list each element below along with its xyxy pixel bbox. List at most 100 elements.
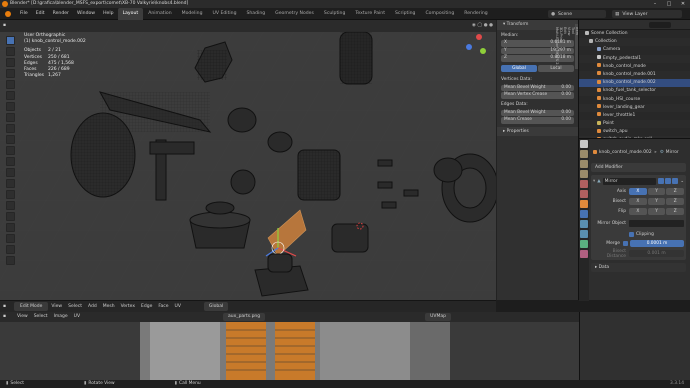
modifier-menu-icon[interactable]: ⌄ [680, 179, 684, 184]
blender-menu-icon[interactable] [5, 10, 11, 17]
physics-tab-icon[interactable] [580, 230, 588, 238]
particles-tab-icon[interactable] [580, 220, 588, 228]
uvmap-selector[interactable]: UVMap [425, 313, 452, 321]
list-item[interactable]: Point [579, 120, 690, 129]
tab-scripting[interactable]: Scripting [390, 8, 420, 20]
move-tool-icon[interactable] [6, 58, 15, 67]
outliner-search-input[interactable] [649, 22, 671, 28]
rotate-tool-icon[interactable] [6, 69, 15, 78]
edge-crease-field[interactable]: Mean Crease 0.00 [501, 117, 574, 124]
poly-build-tool-icon[interactable] [6, 190, 15, 199]
tab-animation[interactable]: Animation [143, 8, 176, 20]
scene-selector[interactable]: ● Scene [548, 10, 606, 18]
list-item[interactable]: lever_landing_gear [579, 103, 690, 112]
list-item[interactable]: knob_control_mode.001 [579, 70, 690, 80]
object-tab-icon[interactable] [580, 200, 588, 208]
uv-menu-uv[interactable]: UV [71, 312, 83, 322]
editmode-toggle-icon[interactable] [658, 178, 665, 184]
list-item[interactable]: knob_HSI_course [579, 96, 690, 104]
menu-mesh[interactable]: Mesh [100, 301, 118, 313]
viewport-toggle-icon[interactable] [665, 178, 672, 184]
scale-tool-icon[interactable] [6, 80, 15, 89]
scene-tab-icon[interactable] [580, 180, 588, 188]
navigation-gizmo[interactable] [462, 32, 490, 60]
gizmo-y-icon[interactable] [480, 48, 486, 54]
viewport-shading-icons[interactable]: ◉ ◯ ● ● [469, 20, 496, 32]
uv-menu-view[interactable]: View [14, 312, 31, 322]
edge-slide-tool-icon[interactable] [6, 223, 15, 232]
tab-tool[interactable]: Tool [571, 24, 575, 69]
tool-tab-icon[interactable] [580, 140, 588, 148]
list-item-selected[interactable]: knob_control_mode.002 [579, 79, 690, 88]
maximize-button[interactable]: □ [662, 0, 676, 8]
bisect-y-toggle[interactable]: Y [647, 198, 666, 205]
bisect-z-toggle[interactable]: Z [666, 198, 685, 205]
shrink-tool-icon[interactable] [6, 234, 15, 243]
modifier-name-field[interactable]: Mirror [602, 177, 657, 185]
menu-face[interactable]: Face [155, 301, 171, 313]
extrude-tool-icon[interactable] [6, 135, 15, 144]
edge-bevel-weight-field[interactable]: Mean Bevel Weight 0.00 [501, 109, 574, 116]
gizmo-z-icon[interactable] [466, 44, 472, 50]
menu-file[interactable]: File [16, 8, 32, 20]
menu-help[interactable]: Help [99, 8, 117, 20]
annotate-tool-icon[interactable] [6, 102, 15, 111]
tab-sculpting[interactable]: Sculpting [319, 8, 350, 20]
spin-tool-icon[interactable] [6, 201, 15, 210]
image-selector[interactable]: aux_parts.png [223, 313, 266, 321]
rip-tool-icon[interactable] [6, 256, 15, 265]
cursor-tool-icon[interactable] [6, 47, 15, 56]
collapse-icon[interactable]: ▾ [593, 179, 595, 184]
transform-tool-icon[interactable] [6, 91, 15, 100]
modifier-tab-icon[interactable] [580, 210, 588, 218]
data-section-header[interactable]: ▸ Data [591, 263, 686, 272]
properties-section-header[interactable]: ▸ Properties [497, 126, 578, 136]
select-box-tool-icon[interactable] [6, 36, 15, 45]
view-layer-tab-icon[interactable] [580, 170, 588, 178]
smooth-tool-icon[interactable] [6, 212, 15, 221]
axis-x-toggle[interactable]: X [629, 188, 647, 195]
clipping-checkbox[interactable] [629, 231, 634, 237]
uv-editor-type-icon[interactable]: ▪ [0, 312, 14, 322]
merge-distance-field[interactable]: 0.0001 m [630, 240, 684, 247]
close-button[interactable]: ✕ [676, 0, 690, 8]
list-item[interactable]: knob_control_mode [579, 63, 690, 71]
menu-vertex[interactable]: Vertex [118, 301, 138, 313]
measure-tool-icon[interactable] [6, 113, 15, 122]
render-tab-icon[interactable] [580, 150, 588, 158]
menu-edge[interactable]: Edge [138, 301, 155, 313]
uv-menu-select[interactable]: Select [31, 312, 51, 322]
mode-selector[interactable]: Edit Mode [14, 302, 49, 311]
vertex-bevel-weight-field[interactable]: Mean Bevel Weight 0.00 [501, 84, 574, 91]
tab-layout[interactable]: Layout [117, 7, 144, 20]
list-item[interactable]: lever_throttle1 [579, 112, 690, 120]
flip-z-toggle[interactable]: Z [666, 208, 685, 215]
flip-y-toggle[interactable]: Y [647, 208, 666, 215]
vertex-crease-field[interactable]: Mean Vertex Crease 0.00 [501, 92, 574, 99]
add-cube-tool-icon[interactable] [6, 124, 15, 133]
editor-type-icon[interactable]: ▪ [0, 301, 14, 313]
list-item[interactable]: Collection [579, 38, 690, 47]
gizmo-x-icon[interactable] [476, 34, 482, 40]
world-tab-icon[interactable] [580, 190, 588, 198]
mirror-object-field[interactable] [629, 220, 684, 227]
flip-x-toggle[interactable]: X [629, 208, 647, 215]
global-button[interactable]: Global [501, 64, 537, 72]
list-item[interactable]: Empty_pedestal1 [579, 54, 690, 63]
tab-compositing[interactable]: Compositing [420, 8, 459, 20]
shear-tool-icon[interactable] [6, 245, 15, 254]
menu-uv[interactable]: UV [172, 301, 184, 313]
tab-uv-editing[interactable]: UV Editing [208, 8, 242, 20]
uv-menu-image[interactable]: Image [51, 312, 71, 322]
inset-tool-icon[interactable] [6, 146, 15, 155]
tab-edit[interactable]: Edit [563, 24, 567, 69]
bisect-distance-field[interactable]: 0.001 m [629, 250, 684, 257]
tab-shading[interactable]: Shading [241, 8, 270, 20]
menu-view[interactable]: View [48, 301, 65, 313]
axis-y-toggle[interactable]: Y [647, 188, 666, 195]
scene-collection-row[interactable]: Scene Collection [579, 30, 690, 38]
add-modifier-button[interactable]: Add Modifier [591, 163, 686, 172]
knife-tool-icon[interactable] [6, 179, 15, 188]
uv-canvas[interactable] [0, 322, 579, 380]
bevel-tool-icon[interactable] [6, 157, 15, 166]
